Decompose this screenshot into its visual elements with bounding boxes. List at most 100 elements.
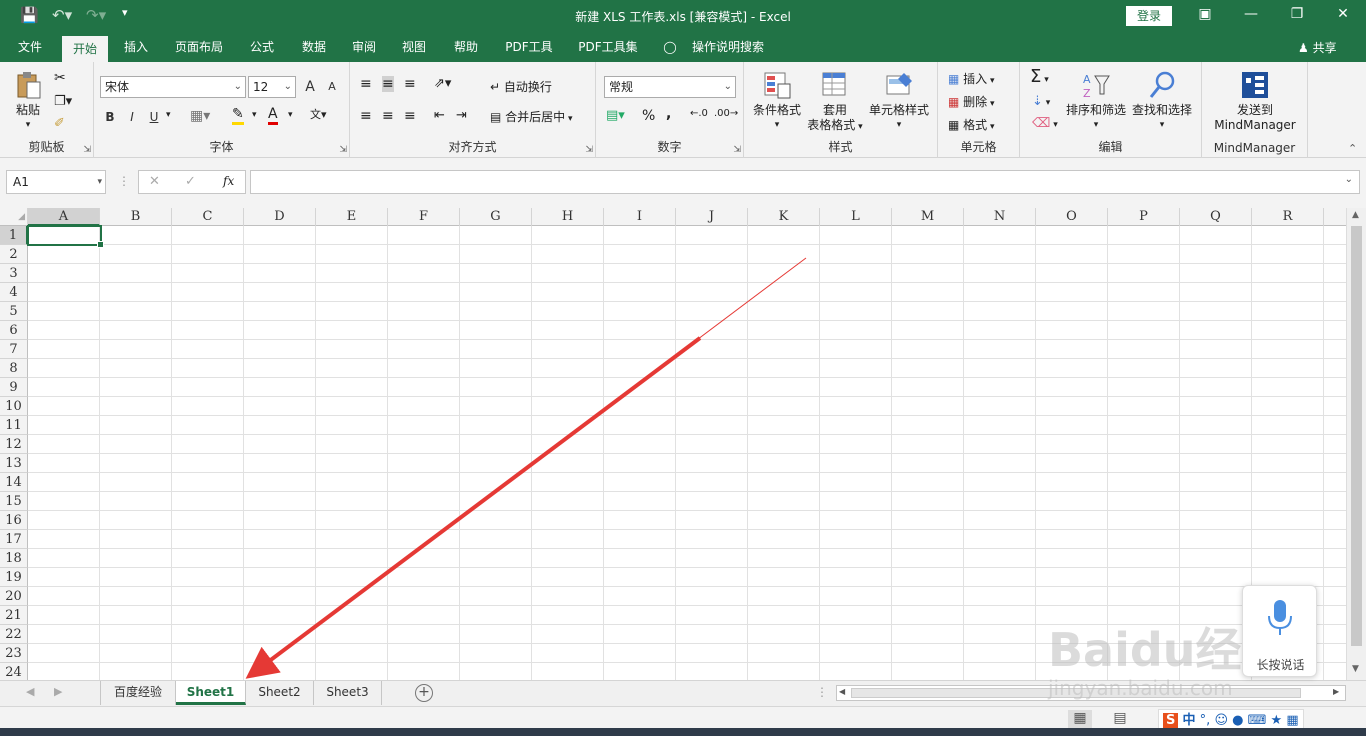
cell-styles-button[interactable]: 单元格样式 ▾ (866, 70, 932, 133)
skin-icon[interactable]: ★ (1271, 713, 1283, 728)
find-select-button[interactable]: 查找和选择 ▾ (1130, 70, 1194, 133)
name-box[interactable]: A1 ▾ (6, 170, 106, 194)
underline-dropdown-icon[interactable]: ▾ (166, 110, 171, 120)
row-header-18[interactable]: 18 (0, 549, 28, 568)
scroll-right-icon[interactable]: ▶ (1333, 687, 1339, 696)
column-header-a[interactable]: A (28, 208, 100, 226)
fill-dropdown-icon[interactable]: ▾ (252, 110, 257, 120)
format-cells-button[interactable]: ▦ 格式 ▾ (948, 116, 995, 133)
align-center-icon[interactable]: ≡ (382, 108, 394, 124)
insert-cells-button[interactable]: ▦ 插入 ▾ (948, 70, 995, 87)
autosum-icon[interactable]: Σ ▾ (1030, 66, 1049, 87)
column-header-m[interactable]: M (892, 208, 964, 226)
font-name-select[interactable]: 宋体 ⌄ (100, 76, 246, 98)
login-button[interactable]: 登录 (1126, 6, 1172, 26)
row-header-2[interactable]: 2 (0, 245, 28, 264)
column-header-l[interactable]: L (820, 208, 892, 226)
voice-input-widget[interactable]: 长按说话 (1242, 585, 1317, 677)
percent-button[interactable]: % (642, 108, 655, 124)
close-icon[interactable]: ✕ (1328, 6, 1358, 22)
column-header-c[interactable]: C (172, 208, 244, 226)
sheet-tab-baidu[interactable]: 百度经验 (100, 681, 176, 705)
tell-me-search[interactable]: 操作说明搜索 (686, 32, 770, 62)
cancel-icon[interactable]: ✕ (149, 174, 160, 189)
add-sheet-button[interactable]: + (415, 684, 433, 702)
row-header-21[interactable]: 21 (0, 606, 28, 625)
tab-insert[interactable]: 插入 (114, 32, 158, 62)
shrink-font-button[interactable]: A (322, 76, 342, 98)
sheet-tab-sheet3[interactable]: Sheet3 (314, 681, 382, 705)
row-header-8[interactable]: 8 (0, 359, 28, 378)
scroll-up-icon[interactable]: ▲ (1352, 210, 1359, 220)
paste-button[interactable]: 粘贴 ▾ (8, 70, 48, 133)
delete-cells-button[interactable]: ▦ 删除 ▾ (948, 93, 995, 110)
fill-down-icon[interactable]: ⇣ ▾ (1032, 94, 1050, 109)
dialog-launcher-icon[interactable]: ⇲ (733, 145, 741, 155)
copy-icon[interactable]: ❐▾ (54, 94, 72, 109)
ribbon-display-icon[interactable]: ▣ (1190, 6, 1220, 22)
dialog-launcher-icon[interactable]: ⇲ (585, 145, 593, 155)
comma-button[interactable]: , (666, 106, 671, 122)
send-to-mindmanager-button[interactable]: 发送到 MindManager (1206, 70, 1304, 133)
dialog-launcher-icon[interactable]: ⇲ (83, 145, 91, 155)
phonetic-icon[interactable]: 文▾ (310, 106, 327, 122)
row-header-10[interactable]: 10 (0, 397, 28, 416)
row-header-5[interactable]: 5 (0, 302, 28, 321)
share-button[interactable]: ♟ 共享 (1298, 39, 1337, 56)
row-header-16[interactable]: 16 (0, 511, 28, 530)
tab-pdf-tools[interactable]: PDF工具 (498, 32, 560, 62)
row-header-11[interactable]: 11 (0, 416, 28, 435)
tab-data[interactable]: 数据 (292, 32, 336, 62)
font-color-dropdown-icon[interactable]: ▾ (288, 110, 293, 120)
keyboard-icon[interactable]: ⌨ (1248, 713, 1267, 728)
column-header-p[interactable]: P (1108, 208, 1180, 226)
column-header-o[interactable]: O (1036, 208, 1108, 226)
column-header-q[interactable]: Q (1180, 208, 1252, 226)
row-header-7[interactable]: 7 (0, 340, 28, 359)
column-header-j[interactable]: J (676, 208, 748, 226)
prev-sheet-icon[interactable]: ◀ (26, 685, 34, 698)
row-header-14[interactable]: 14 (0, 473, 28, 492)
tab-help[interactable]: 帮助 (444, 32, 488, 62)
row-header-9[interactable]: 9 (0, 378, 28, 397)
collapse-ribbon-icon[interactable]: ⌃ (1348, 142, 1357, 155)
row-header-19[interactable]: 19 (0, 568, 28, 587)
font-size-select[interactable]: 12 ⌄ (248, 76, 296, 98)
bold-button[interactable]: B (100, 106, 120, 128)
align-left-icon[interactable]: ≡ (360, 108, 372, 124)
column-header-e[interactable]: E (316, 208, 388, 226)
align-middle-icon[interactable]: ≡ (382, 76, 394, 92)
row-header-23[interactable]: 23 (0, 644, 28, 663)
tab-pdf-toolset[interactable]: PDF工具集 (572, 32, 644, 62)
scroll-left-icon[interactable]: ◀ (839, 687, 845, 696)
column-header-f[interactable]: F (388, 208, 460, 226)
row-header-20[interactable]: 20 (0, 587, 28, 606)
format-as-table-button[interactable]: 套用 表格格式 ▾ (804, 70, 866, 135)
align-right-icon[interactable]: ≡ (404, 108, 416, 124)
tab-review[interactable]: 审阅 (342, 32, 386, 62)
row-header-17[interactable]: 17 (0, 530, 28, 549)
cut-icon[interactable]: ✂ (54, 70, 66, 86)
border-icon[interactable]: ▦▾ (190, 108, 210, 124)
normal-view-icon[interactable]: ▦ (1068, 710, 1092, 730)
orientation-icon[interactable]: ⇗▾ (434, 76, 451, 91)
sheet-tab-sheet1[interactable]: Sheet1 (176, 681, 246, 705)
conditional-format-button[interactable]: 条件格式 ▾ (750, 70, 804, 133)
column-header-b[interactable]: B (100, 208, 172, 226)
vertical-scrollbar[interactable]: ▲ ▼ (1346, 208, 1366, 680)
format-painter-icon[interactable]: ✐ (54, 116, 65, 131)
merge-center-button[interactable]: ▤ 合并后居中 ▾ (490, 108, 573, 125)
worksheet-grid[interactable]: ◢ ABCDEFGHIJKLMNOPQR 1 2 3 4 5 6 7 8 9 10 11 12 13 14… (0, 208, 1366, 680)
page-layout-view-icon[interactable]: ▤ (1108, 710, 1132, 730)
column-header-n[interactable]: N (964, 208, 1036, 226)
decrease-indent-icon[interactable]: ⇤ (434, 108, 445, 123)
punctuation-icon[interactable]: °, (1200, 713, 1211, 728)
select-all-corner[interactable]: ◢ (0, 208, 28, 226)
row-header-6[interactable]: 6 (0, 321, 28, 340)
decrease-decimal-icon[interactable]: .00→ (714, 108, 738, 119)
clear-icon[interactable]: ⌫ ▾ (1032, 116, 1058, 131)
column-header-i[interactable]: I (604, 208, 676, 226)
cell-area[interactable] (28, 226, 1346, 680)
underline-button[interactable]: U (144, 106, 164, 128)
font-color-icon[interactable]: A (268, 106, 278, 125)
